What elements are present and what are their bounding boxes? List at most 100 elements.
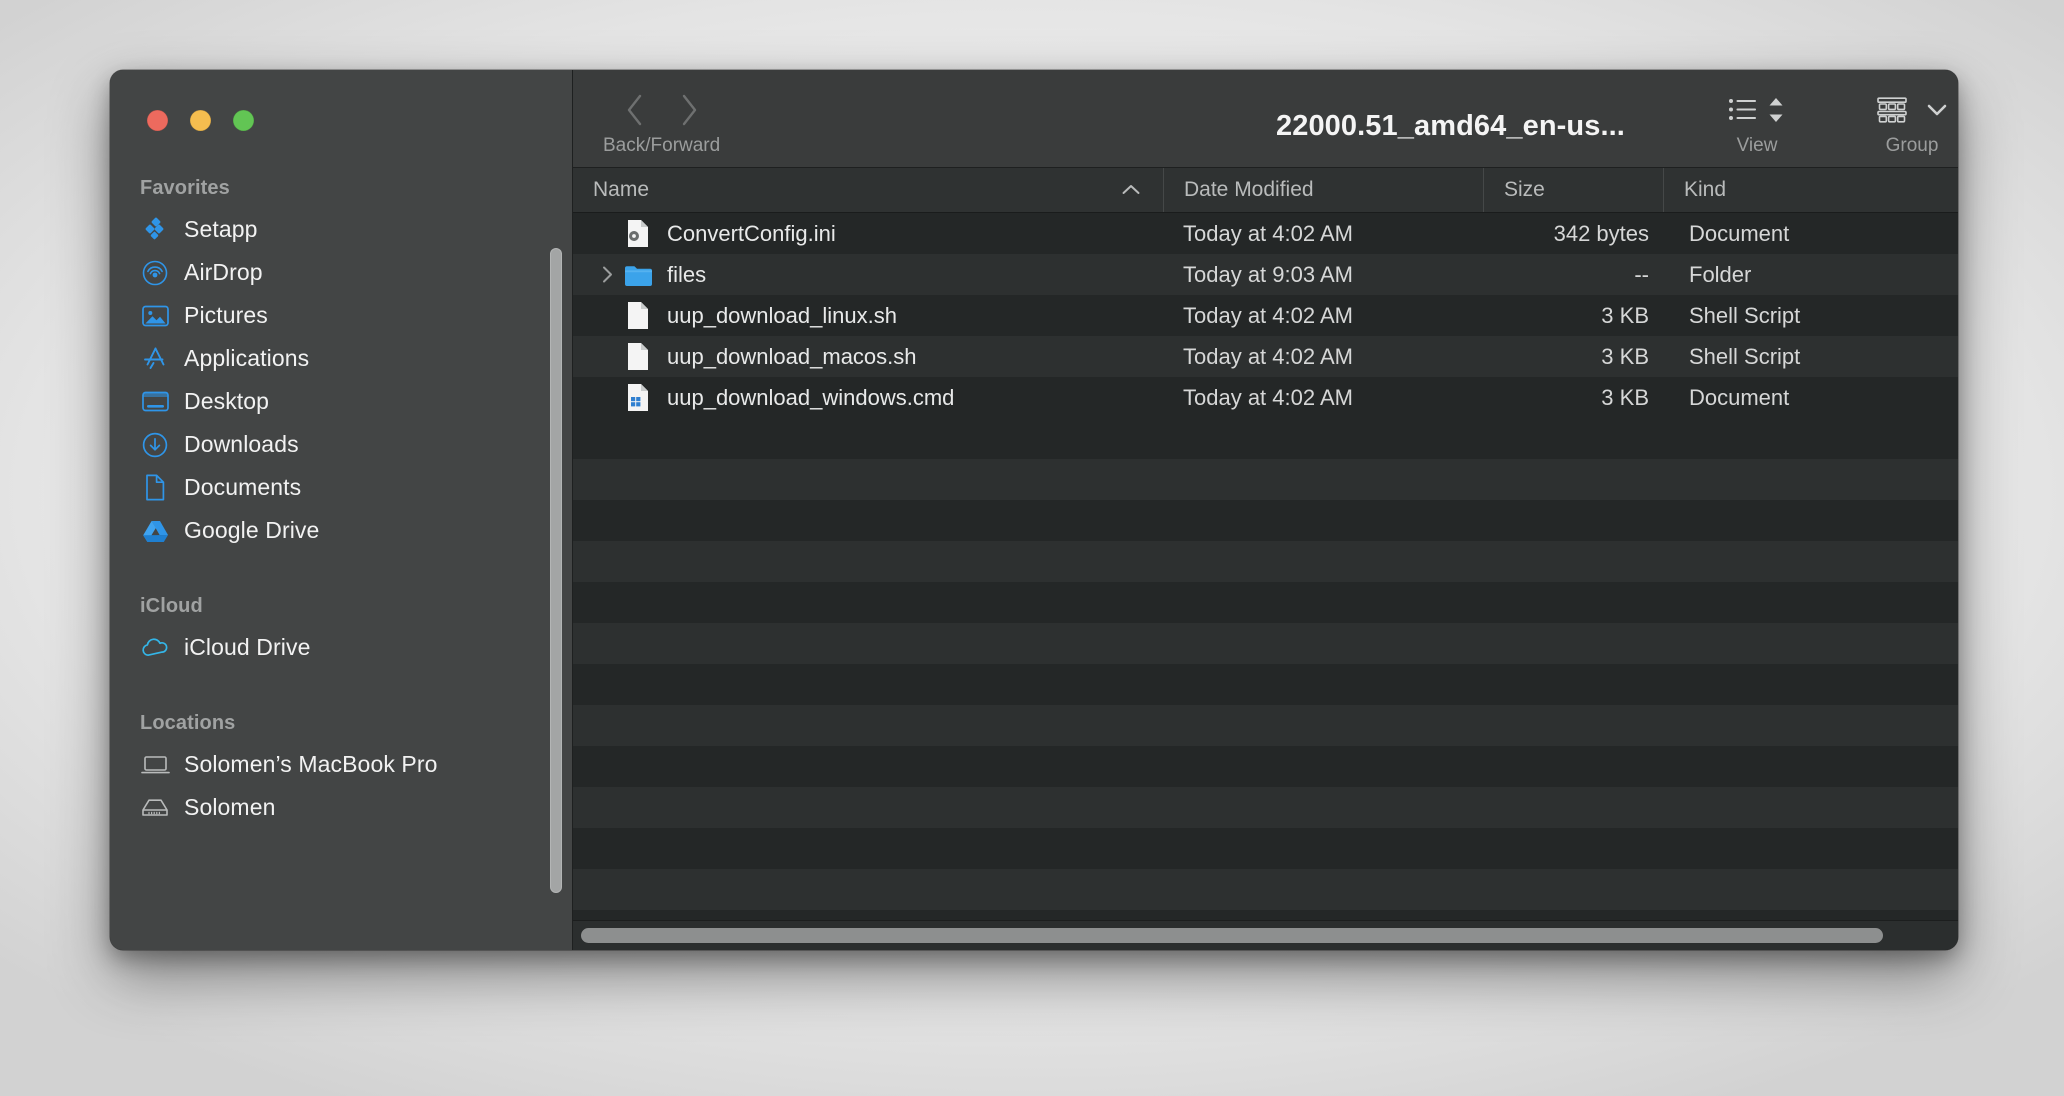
column-header-name[interactable]: Name: [573, 168, 1163, 212]
table-row[interactable]: ConvertConfig.ini Today at 4:02 AM 342 b…: [573, 213, 1958, 254]
file-date: Today at 4:02 AM: [1183, 384, 1353, 410]
file-kind: Document: [1689, 384, 1790, 410]
toolbar: Back/Forward 22000.51_amd64_en-us... Vie…: [573, 70, 1958, 168]
empty-row: [573, 623, 1958, 664]
group-group[interactable]: Group: [1876, 92, 1948, 157]
file-name: files: [667, 261, 707, 287]
empty-row: [573, 787, 1958, 828]
view-group[interactable]: View: [1728, 92, 1786, 157]
sidebar-item-label: iCloud Drive: [184, 634, 311, 660]
sidebar-section-locations-title: Locations: [140, 712, 236, 734]
column-header-size[interactable]: Size: [1483, 168, 1663, 212]
sidebar-item-label: AirDrop: [184, 259, 263, 285]
table-row[interactable]: uup_download_macos.sh Today at 4:02 AM 3…: [573, 336, 1958, 377]
sort-ascending-icon: [1121, 178, 1141, 202]
windows-document-icon: [621, 383, 655, 412]
sidebar-item-label: Solomen: [184, 794, 276, 820]
chevron-down-icon[interactable]: [1926, 102, 1948, 123]
file-name: uup_download_windows.cmd: [667, 384, 955, 410]
horizontal-scrollbar-track[interactable]: [573, 920, 1958, 950]
sidebar-item-macbook-pro[interactable]: Solomen’s MacBook Pro: [110, 743, 573, 786]
downloads-icon: [140, 431, 170, 459]
content-area: Back/Forward 22000.51_amd64_en-us... Vie…: [573, 70, 1958, 950]
file-date: Today at 4:02 AM: [1183, 302, 1353, 328]
window-title: 22000.51_amd64_en-us...: [1276, 110, 1625, 142]
hard-drive-icon: [140, 794, 170, 822]
desktop-icon: [140, 388, 170, 416]
sidebar-item-label: Solomen’s MacBook Pro: [184, 751, 438, 777]
view-stepper-icon[interactable]: [1766, 96, 1786, 129]
group-label: Group: [1885, 135, 1939, 156]
file-size: 3 KB: [1601, 343, 1649, 369]
empty-row: [573, 869, 1958, 910]
plain-document-icon: [621, 301, 655, 330]
ini-document-icon: [621, 219, 655, 248]
column-header-date-modified[interactable]: Date Modified: [1163, 168, 1483, 212]
file-date: Today at 4:02 AM: [1183, 220, 1353, 246]
table-row[interactable]: files Today at 9:03 AM -- Folder: [573, 254, 1958, 295]
group-grid-icon[interactable]: [1876, 95, 1908, 130]
table-row[interactable]: uup_download_windows.cmd Today at 4:02 A…: [573, 377, 1958, 418]
setapp-icon: [140, 216, 170, 244]
sidebar-item-applications[interactable]: Applications: [110, 337, 573, 380]
back-forward-label: Back/Forward: [603, 135, 721, 156]
file-kind: Shell Script: [1689, 343, 1801, 369]
column-header-label: Date Modified: [1184, 178, 1314, 201]
column-headers: Name Date Modified Size Kind: [573, 168, 1958, 213]
sidebar-item-airdrop[interactable]: AirDrop: [110, 251, 573, 294]
horizontal-scrollbar-thumb[interactable]: [581, 928, 1883, 943]
file-name: ConvertConfig.ini: [667, 220, 836, 246]
file-name-cell: ConvertConfig.ini: [573, 213, 1163, 254]
column-header-label: Name: [593, 178, 650, 201]
empty-row: [573, 500, 1958, 541]
column-header-label: Size: [1504, 178, 1545, 201]
sidebar-item-label: Downloads: [184, 431, 299, 457]
pictures-icon: [140, 302, 170, 330]
sidebar-item-pictures[interactable]: Pictures: [110, 294, 573, 337]
file-name-cell: uup_download_windows.cmd: [573, 377, 1163, 418]
sidebar-scrollbar[interactable]: [550, 248, 562, 893]
sidebar-section-favorites-title: Favorites: [140, 177, 230, 199]
sidebar: Favorites Setapp AirDrop Pictures Applic…: [110, 70, 573, 950]
disclosure-triangle-icon[interactable]: [593, 265, 621, 284]
sidebar-item-solomen-drive[interactable]: Solomen: [110, 786, 573, 829]
sidebar-scroll-area: Favorites Setapp AirDrop Pictures Applic…: [110, 70, 573, 950]
file-name: uup_download_linux.sh: [667, 302, 897, 328]
table-row[interactable]: uup_download_linux.sh Today at 4:02 AM 3…: [573, 295, 1958, 336]
sidebar-item-desktop[interactable]: Desktop: [110, 380, 573, 423]
sidebar-item-label: Pictures: [184, 302, 268, 328]
file-size: 342 bytes: [1553, 220, 1649, 246]
airdrop-icon: [140, 259, 170, 287]
sidebar-item-downloads[interactable]: Downloads: [110, 423, 573, 466]
file-name: uup_download_macos.sh: [667, 343, 917, 369]
view-label: View: [1736, 135, 1778, 156]
back-forward-group: Back/Forward: [603, 92, 720, 157]
empty-row: [573, 664, 1958, 705]
sidebar-item-icloud-drive[interactable]: iCloud Drive: [110, 626, 573, 669]
google-drive-icon: [140, 517, 170, 545]
file-size: --: [1634, 261, 1649, 287]
column-header-label: Kind: [1684, 178, 1727, 201]
forward-icon[interactable]: [678, 93, 700, 132]
empty-row: [573, 541, 1958, 582]
sidebar-item-label: Setapp: [184, 216, 258, 242]
folder-icon: [621, 263, 655, 287]
empty-row: [573, 459, 1958, 500]
sidebar-section-icloud-title: iCloud: [140, 595, 203, 617]
list-view-icon[interactable]: [1728, 96, 1758, 129]
back-icon[interactable]: [624, 93, 646, 132]
laptop-icon: [140, 751, 170, 779]
plain-document-icon: [621, 342, 655, 371]
sidebar-item-label: Google Drive: [184, 517, 320, 543]
empty-row: [573, 746, 1958, 787]
empty-row: [573, 418, 1958, 459]
sidebar-item-label: Applications: [184, 345, 310, 371]
sidebar-item-documents[interactable]: Documents: [110, 466, 573, 509]
sidebar-item-google-drive[interactable]: Google Drive: [110, 509, 573, 552]
column-header-kind[interactable]: Kind: [1663, 168, 1958, 212]
sidebar-item-setapp[interactable]: Setapp: [110, 208, 573, 251]
file-kind: Shell Script: [1689, 302, 1801, 328]
empty-row: [573, 705, 1958, 746]
icloud-drive-icon: [140, 634, 170, 662]
sidebar-item-label: Desktop: [184, 388, 270, 414]
